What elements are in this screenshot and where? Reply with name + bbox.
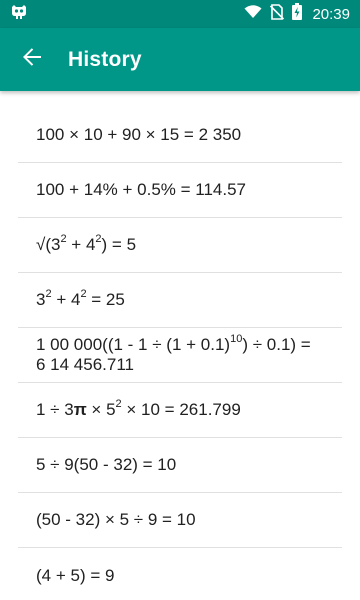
status-right: 20:39 [244, 3, 350, 25]
history-list[interactable]: 100 × 10 + 90 × 15 = 2 350 100 + 14% + 0.… [0, 91, 360, 600]
status-time: 20:39 [312, 5, 350, 23]
app-bar: History [0, 28, 360, 91]
history-expression: 100 × 10 + 90 × 15 = 2 350 [36, 125, 242, 144]
history-item[interactable]: 1 00 000((1 - 1 ÷ (1 + 0.1)10) ÷ 0.1) = 6… [18, 328, 342, 383]
history-expression: 100 + 14% + 0.5% = 114.57 [36, 180, 246, 199]
history-item[interactable]: (50 - 32) × 5 ÷ 9 = 10 [18, 493, 342, 548]
no-sim-icon [270, 3, 285, 25]
history-item[interactable]: (4 + 5) = 9 [18, 548, 342, 600]
android-debug-icon [10, 4, 28, 25]
battery-charging-icon [292, 3, 303, 25]
history-expression: (50 - 32) × 5 ÷ 9 = 10 [36, 510, 196, 529]
history-expression: 1 ÷ 3π × 52 × 10 = 261.799 [36, 398, 241, 419]
history-expression: (4 + 5) = 9 [36, 565, 115, 585]
back-button[interactable] [4, 32, 60, 88]
history-expression: 32 + 42 = 25 [36, 288, 125, 309]
history-item[interactable]: 1 ÷ 3π × 52 × 10 = 261.799 [18, 383, 342, 438]
history-item[interactable]: 5 ÷ 9(50 - 32) = 10 [18, 438, 342, 493]
wifi-icon [244, 4, 262, 24]
status-bar: 20:39 [0, 0, 360, 28]
arrow-back-icon [22, 47, 42, 72]
status-left [10, 4, 28, 25]
history-expression: √(32 + 42) = 5 [36, 233, 137, 254]
history-item[interactable]: 100 × 10 + 90 × 15 = 2 350 [18, 108, 342, 163]
history-item[interactable]: √(32 + 42) = 5 [18, 218, 342, 273]
history-expression: 1 00 000((1 - 1 ÷ (1 + 0.1)10) ÷ 0.1) = 6… [36, 333, 311, 374]
history-item[interactable]: 100 + 14% + 0.5% = 114.57 [18, 163, 342, 218]
history-item[interactable]: 32 + 42 = 25 [18, 273, 342, 328]
history-expression: 5 ÷ 9(50 - 32) = 10 [36, 455, 177, 474]
page-title: History [68, 47, 142, 71]
